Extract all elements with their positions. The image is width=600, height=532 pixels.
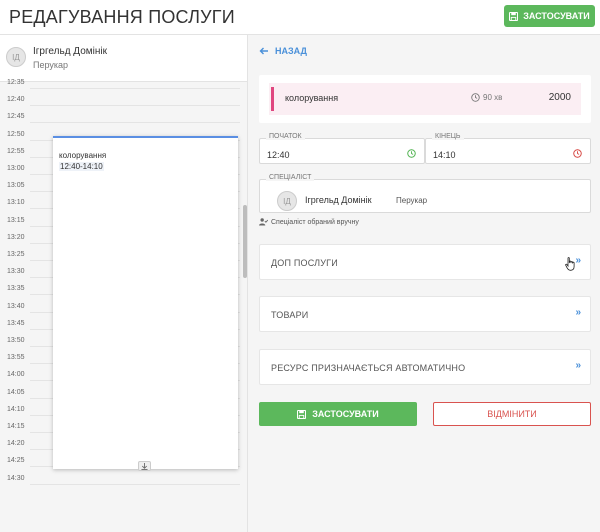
double-chevron-icon: »: [575, 255, 581, 266]
time-slot-label: 13:20: [7, 233, 25, 241]
section-label: РЕСУРС ПРИЗНАЧАЄТЬСЯ АВТОМАТИЧНО: [271, 363, 466, 373]
time-slot-label: 12:55: [7, 147, 25, 155]
clock-green-icon: [407, 149, 416, 158]
edit-panel: НАЗАД колорування 90 хв 2000 ПОЧАТОК 12:…: [249, 35, 600, 532]
start-time-field[interactable]: ПОЧАТОК 12:40: [259, 133, 425, 164]
hand-cursor-icon: [565, 257, 575, 271]
resize-icon: [141, 462, 148, 470]
employee-header: ІД Ігргельд Домінік Перукар: [0, 35, 247, 82]
employee-role: Перукар: [33, 60, 69, 70]
time-slot-label: 13:25: [7, 251, 25, 258]
page-title: РЕДАГУВАННЯ ПОСЛУГИ: [9, 7, 235, 27]
service-duration: 90 хв: [471, 93, 502, 102]
time-slot-line[interactable]: [30, 88, 240, 89]
header: РЕДАГУВАННЯ ПОСЛУГИ ЗАСТОСУВАТИ: [0, 0, 600, 35]
specialist-name: Ігргельд Домінік: [305, 195, 372, 205]
time-slot-label: 13:55: [7, 354, 25, 362]
time-slot-label: 13:10: [7, 199, 25, 207]
time-slot-label: 13:15: [7, 216, 25, 224]
specialist-label: СПЕЦІАЛІСТ: [266, 174, 315, 181]
time-slot-label: 13:50: [7, 337, 25, 344]
time-slot-label: 14:05: [7, 388, 25, 396]
apply-button[interactable]: ЗАСТОСУВАТИ: [259, 402, 417, 426]
time-slot-label: 14:00: [7, 371, 25, 379]
section-extra-services[interactable]: ДОП ПОСЛУГИ »: [259, 244, 591, 280]
start-value[interactable]: 12:40: [267, 150, 290, 160]
specialist-role: Перукар: [396, 196, 428, 205]
service-duration-text: 90 хв: [483, 93, 503, 102]
time-slot-label: 14:20: [7, 440, 25, 448]
employee-name: Ігргельд Домінік: [33, 46, 107, 57]
appointment-event[interactable]: колорування 12:40-14:10: [53, 136, 238, 471]
resize-handle[interactable]: [138, 461, 151, 471]
end-value[interactable]: 14:10: [433, 150, 456, 160]
time-slot-label: 14:30: [7, 474, 25, 482]
apply-top-label: ЗАСТОСУВАТИ: [523, 11, 590, 21]
time-slot-label: 14:15: [7, 423, 25, 430]
section-products[interactable]: ТОВАРИ »: [259, 296, 591, 332]
cancel-label: ВІДМІНИТИ: [487, 409, 537, 419]
service-summary: колорування 90 хв 2000: [269, 83, 581, 115]
time-slot-label: 13:40: [7, 302, 25, 310]
event-title: колорування: [59, 151, 107, 160]
time-slot-label: 14:25: [7, 457, 25, 465]
service-price: 2000: [548, 92, 571, 103]
time-slot-line[interactable]: [30, 105, 240, 107]
double-chevron-icon: »: [575, 307, 581, 318]
user-check-icon: [259, 218, 268, 226]
service-card: колорування 90 хв 2000: [259, 75, 591, 123]
time-slot-label: 12:35: [7, 79, 25, 86]
specialist-note-text: Спеціаліст обраний вручну: [271, 218, 359, 226]
event-time: 12:40-14:10: [59, 162, 104, 171]
arrow-left-icon: [259, 47, 268, 55]
back-label: НАЗАД: [275, 46, 307, 56]
cancel-button[interactable]: ВІДМІНИТИ: [433, 402, 591, 426]
time-slot-label: 13:05: [7, 182, 25, 190]
time-slot-line[interactable]: [30, 122, 240, 124]
clock-red-icon: [573, 149, 582, 158]
section-resource[interactable]: РЕСУРС ПРИЗНАЧАЄТЬСЯ АВТОМАТИЧНО »: [259, 349, 591, 385]
scrollbar[interactable]: [243, 205, 247, 278]
service-name: колорування: [285, 93, 339, 103]
service-color-bar: [271, 87, 274, 111]
specialist-field[interactable]: СПЕЦІАЛІСТ ІД Ігргельд Домінік Перукар: [259, 174, 591, 213]
avatar: ІД: [6, 47, 26, 67]
time-slot-label: 12:45: [7, 113, 25, 121]
double-chevron-icon: »: [575, 360, 581, 371]
time-slot-label: 13:45: [7, 319, 25, 327]
section-label: ТОВАРИ: [271, 310, 309, 320]
save-icon: [297, 409, 307, 419]
time-slot-label: 14:10: [7, 405, 25, 413]
time-slot-label: 13:00: [7, 165, 25, 172]
apply-top-button[interactable]: ЗАСТОСУВАТИ: [504, 5, 595, 27]
time-slot-label: 13:30: [7, 268, 25, 276]
time-slot-line[interactable]: [30, 483, 240, 485]
clock-icon: [471, 93, 480, 102]
save-icon: [509, 11, 519, 21]
time-slot-label: 12:50: [7, 130, 25, 138]
apply-label: ЗАСТОСУВАТИ: [312, 409, 379, 419]
back-link[interactable]: НАЗАД: [259, 46, 307, 56]
end-time-field[interactable]: КІНЕЦЬ 14:10: [425, 133, 591, 164]
specialist-avatar: ІД: [277, 191, 297, 211]
time-slot-label: 12:40: [7, 96, 25, 104]
specialist-note: Спеціаліст обраний вручну: [259, 218, 359, 226]
end-label: КІНЕЦЬ: [432, 133, 464, 140]
section-label: ДОП ПОСЛУГИ: [271, 258, 338, 268]
schedule-panel: ІД Ігргельд Домінік Перукар 12:35 12:40 12…: [0, 35, 248, 532]
time-slot-label: 13:35: [7, 285, 25, 293]
start-label: ПОЧАТОК: [266, 133, 305, 140]
